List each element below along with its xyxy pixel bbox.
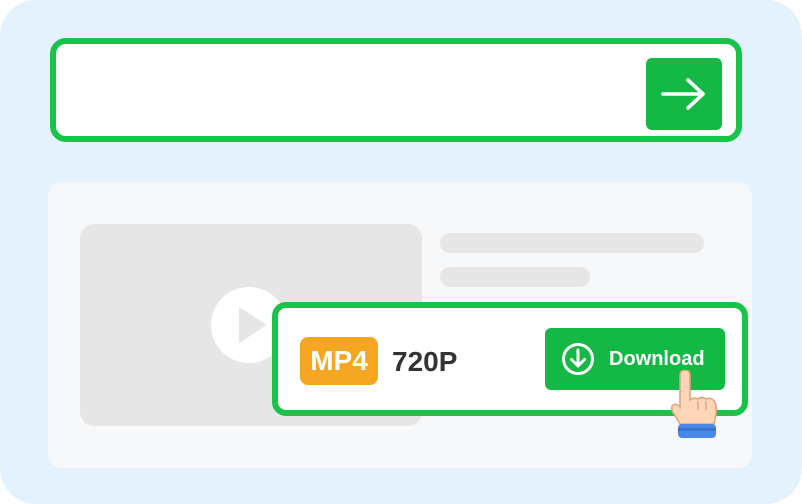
subtitle-placeholder (440, 267, 590, 287)
format-badge: MP4 (300, 337, 378, 385)
pointing-hand-icon (670, 370, 718, 438)
title-placeholder (440, 233, 704, 253)
url-input[interactable] (50, 38, 742, 142)
go-button[interactable] (646, 58, 722, 130)
play-icon-triangle (239, 307, 267, 343)
download-arrow-icon (562, 343, 594, 375)
arrow-right-icon (661, 78, 705, 110)
quality-label: 720P (392, 346, 458, 377)
